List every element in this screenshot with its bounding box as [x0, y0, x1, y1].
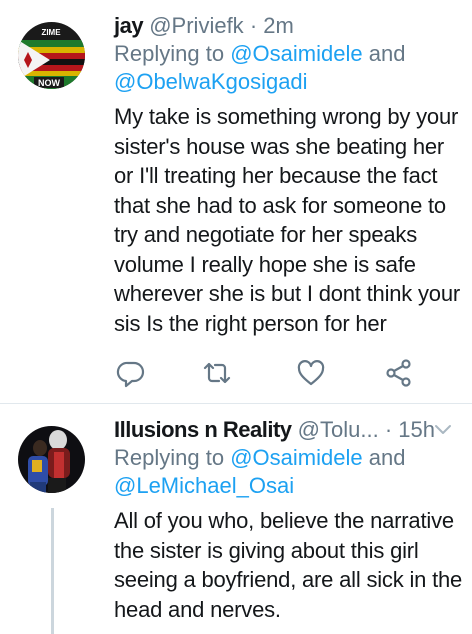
tweet-text-line: the sister is giving about this girl [114, 537, 419, 563]
replying-to-label: Replying to [114, 445, 225, 470]
tweet-text-line: that she had to ask for someone to [114, 192, 446, 218]
thread-connector [51, 508, 54, 634]
avatar-text-top: ZIME [41, 28, 61, 37]
user-handle[interactable]: @Tolu... [298, 417, 379, 442]
mention-link[interactable]: @LeMichael_Osai [114, 473, 294, 498]
timestamp[interactable]: 2m [263, 13, 294, 38]
retweet-button[interactable] [202, 358, 232, 388]
mention-link[interactable]: @Osaimidele [230, 445, 362, 470]
chevron-down-icon[interactable] [434, 420, 452, 438]
reply-icon [116, 361, 145, 388]
tweet-header: Illusions n Reality @Tolu... · 15h [114, 416, 462, 444]
like-button[interactable] [296, 358, 326, 388]
mentions-joiner: and [368, 445, 406, 470]
display-name[interactable]: jay [114, 13, 144, 38]
replying-to: Replying to @Osaimidele and @LeMichael_O… [114, 444, 462, 500]
tweet[interactable]: ZIME NOW jay @Priviefk · 2m Replying to … [0, 0, 472, 404]
tweet-text-line: try and negotiate for her speaks [114, 222, 418, 247]
tweet-text-line: All of you who, believe the narrative [114, 508, 454, 533]
share-button[interactable] [384, 358, 414, 388]
mention-link[interactable]: @ObelwaKgosigadi [114, 69, 308, 94]
tweet-text-line: volume I really hope she is safe [114, 251, 416, 277]
share-icon [386, 359, 411, 387]
user-handle[interactable]: @Priviefk [149, 13, 243, 38]
timestamp[interactable]: 15h [398, 417, 435, 442]
display-name[interactable]: Illusions n Reality [114, 417, 292, 442]
tweet-text-line: My take is something wrong by your [114, 104, 459, 129]
avatar-image: ZIME NOW [18, 22, 85, 89]
avatar-image [18, 426, 85, 493]
tweet-content: jay @Priviefk · 2m Replying to @Osaimide… [114, 12, 462, 338]
reply-button[interactable] [116, 358, 146, 388]
tweet-text-line: sis Is the right person for her [114, 310, 387, 336]
tweet-header: jay @Priviefk · 2m [114, 12, 462, 40]
tweet-actions [114, 358, 414, 388]
avatar-text-bottom: NOW [38, 78, 61, 88]
replying-to-label: Replying to [114, 41, 225, 66]
tweet-text-line: seeing a boyfriend, are all sick in the [114, 567, 463, 592]
mentions-joiner: and [368, 41, 406, 66]
tweet-text-line: wherever she is but I dont think your [114, 281, 461, 306]
mention-link[interactable]: @Osaimidele [230, 41, 362, 66]
replying-to: Replying to @Osaimidele and @ObelwaKgosi… [114, 40, 462, 96]
avatar[interactable] [18, 426, 85, 493]
tweet-text: All of you who, believe the narrative th… [114, 506, 462, 624]
tweet-text: My take is something wrong by your siste… [114, 102, 462, 338]
separator-dot: · [249, 13, 258, 38]
tweet-text-line: or I'll treating her because the fact [114, 163, 438, 188]
tweet-text-line: head and nerves. [114, 596, 281, 622]
tweet[interactable]: Illusions n Reality @Tolu... · 15h Reply… [0, 404, 472, 634]
tweet-content: Illusions n Reality @Tolu... · 15h Reply… [114, 416, 462, 624]
tweet-text-line: sister's house was she beating her [114, 133, 445, 159]
separator-dot: · [384, 417, 393, 442]
retweet-icon [203, 362, 231, 384]
like-icon [297, 360, 325, 386]
avatar[interactable]: ZIME NOW [18, 22, 85, 89]
